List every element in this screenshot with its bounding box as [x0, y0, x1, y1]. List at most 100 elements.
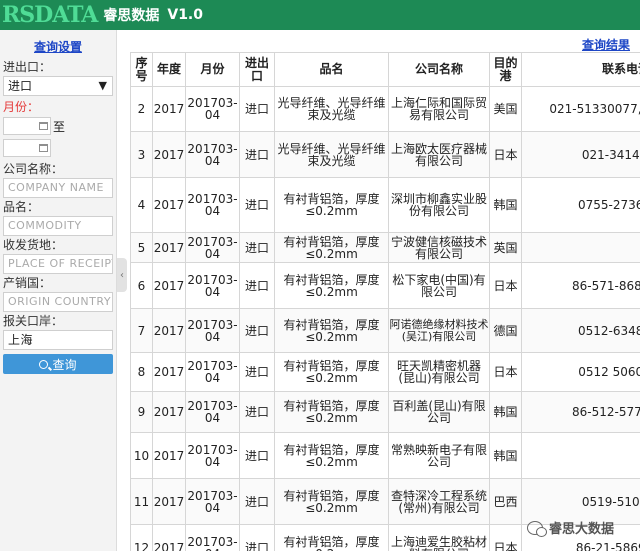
row-product: 有衬背铝箔，厚度≤0.2mm — [274, 352, 389, 392]
row-year: 2017 — [152, 262, 186, 309]
row-direction: 进口 — [239, 524, 275, 551]
query-settings-panel: 查询设置 进出口： 进口 ▼ 月份： 至 公司名称： COMPANY NAME … — [0, 30, 117, 551]
row-index: 11 — [130, 478, 153, 525]
calendar-icon[interactable] — [39, 122, 48, 130]
row-product: 有衬背铝箔，厚度≤0.2mm — [274, 432, 389, 479]
row-port: 日本 — [489, 262, 522, 309]
search-icon — [39, 359, 49, 369]
row-company: 常熟映新电子有限公司 — [388, 432, 490, 479]
row-phone: 86-571-86835094 — [521, 262, 640, 309]
row-month: 201703-04 — [185, 86, 240, 132]
month-end-row — [3, 138, 116, 158]
row-direction: 进口 — [239, 308, 275, 353]
table-row[interactable]: 2 2017 201703-04 进口 光导纤维、光导纤维束及光缆 上海仁际和国… — [130, 86, 640, 132]
row-year: 2017 — [152, 308, 186, 353]
search-button[interactable]: 查询 — [3, 354, 113, 374]
row-company: 上海迪爱生胶粘材料有限公司 — [388, 524, 490, 551]
query-settings-title[interactable]: 查询设置 — [0, 36, 116, 58]
row-year: 2017 — [152, 177, 186, 233]
row-product: 有衬背铝箔，厚度≤0.2mm — [274, 308, 389, 353]
date-range-to: 至 — [53, 119, 66, 134]
app-header: RSDATA 睿思数据 V1.0 — [0, 0, 640, 30]
row-year: 2017 — [152, 524, 186, 551]
wechat-icon — [526, 520, 547, 537]
row-phone — [521, 432, 640, 479]
row-year: 2017 — [152, 478, 186, 525]
row-company: 上海欧太医疗器械有限公司 — [388, 131, 490, 178]
row-company: 阿诺德绝缘材料技术(吴江)有限公司 — [388, 308, 490, 353]
row-month: 201703-04 — [185, 262, 240, 309]
logo: RSDATA — [0, 0, 98, 30]
row-product: 有衬背铝箔，厚度≤0.2mm — [274, 262, 389, 309]
row-direction: 进口 — [239, 232, 275, 263]
results-table-container[interactable]: 序号 年度 月份 进出口 品名 公司名称 目的港 联系电话 2 2017 201… — [130, 52, 640, 551]
row-direction: 进口 — [239, 391, 275, 433]
row-port: 英国 — [489, 232, 522, 263]
row-month: 201703-04 — [185, 308, 240, 353]
row-product: 有衬背铝箔，厚度≤0.2mm — [274, 177, 389, 233]
row-port: 日本 — [489, 352, 522, 392]
origin-label: 产销国： — [3, 276, 52, 290]
row-index: 3 — [130, 131, 153, 178]
row-month: 201703-04 — [185, 524, 240, 551]
row-direction: 进口 — [239, 432, 275, 479]
row-month: 201703-04 — [185, 131, 240, 178]
column-header[interactable]: 序号 — [130, 52, 153, 87]
column-header[interactable]: 联系电话 — [521, 52, 640, 87]
row-index: 4 — [130, 177, 153, 233]
table-row[interactable]: 5 2017 201703-04 进口 有衬背铝箔，厚度≤0.2mm 宁波健信核… — [130, 232, 640, 263]
port-label: 报关口岸： — [3, 314, 64, 328]
watermark: 睿思大数据 — [526, 518, 614, 537]
sidebar-collapse-handle[interactable]: ‹ — [117, 258, 127, 292]
table-row[interactable]: 9 2017 201703-04 进口 有衬背铝箔，厚度≤0.2mm 百利盖(昆… — [130, 391, 640, 433]
origin-country-input[interactable]: ORIGIN COUNTRY — [3, 292, 113, 312]
row-index: 10 — [130, 432, 153, 479]
commodity-input[interactable]: COMMODITY — [3, 216, 113, 236]
product-label: 品名： — [3, 200, 40, 214]
row-company: 百利盖(昆山)有限公司 — [388, 391, 490, 433]
table-row[interactable]: 6 2017 201703-04 进口 有衬背铝箔，厚度≤0.2mm 松下家电(… — [130, 262, 640, 309]
row-year: 2017 — [152, 391, 186, 433]
place-of-receipt-input[interactable]: PLACE OF RECEIPT — [3, 254, 113, 274]
row-phone: 021-51330077,68761535 — [521, 86, 640, 132]
company-name-input[interactable]: COMPANY NAME — [3, 178, 113, 198]
table-row[interactable]: 4 2017 201703-04 进口 有衬背铝箔，厚度≤0.2mm 深圳市柳鑫… — [130, 177, 640, 233]
row-company: 旺天凯精密机器(昆山)有限公司 — [388, 352, 490, 392]
column-header[interactable]: 月份 — [185, 52, 240, 87]
row-index: 12 — [130, 524, 153, 551]
calendar-icon[interactable] — [39, 144, 48, 152]
month-start-input[interactable] — [3, 117, 51, 135]
column-header[interactable]: 品名 — [274, 52, 389, 87]
month-end-input[interactable] — [3, 139, 51, 157]
table-header-row: 序号 年度 月份 进出口 品名 公司名称 目的港 联系电话 — [130, 52, 640, 87]
direction-select[interactable]: 进口 ▼ — [3, 76, 113, 96]
customs-port-input[interactable]: 上海 — [3, 330, 113, 350]
column-header[interactable]: 公司名称 — [388, 52, 490, 87]
table-row[interactable]: 7 2017 201703-04 进口 有衬背铝箔，厚度≤0.2mm 阿诺德绝缘… — [130, 308, 640, 353]
row-year: 2017 — [152, 432, 186, 479]
query-results-title[interactable]: 查询结果 — [582, 36, 630, 53]
row-product: 有衬背铝箔，厚度≤0.2mm — [274, 232, 389, 263]
column-header[interactable]: 目的港 — [489, 52, 522, 87]
row-month: 201703-04 — [185, 432, 240, 479]
results-table: 序号 年度 月份 进出口 品名 公司名称 目的港 联系电话 2 2017 201… — [130, 52, 640, 551]
row-direction: 进口 — [239, 131, 275, 178]
row-port: 日本 — [489, 131, 522, 178]
row-port: 日本 — [489, 524, 522, 551]
row-product: 光导纤维、光导纤维束及光缆 — [274, 86, 389, 132]
row-phone — [521, 232, 640, 263]
column-header[interactable]: 年度 — [152, 52, 186, 87]
app-name: 睿思数据 — [103, 8, 160, 24]
company-label: 公司名称： — [3, 162, 64, 176]
column-header[interactable]: 进出口 — [239, 52, 275, 87]
table-row[interactable]: 8 2017 201703-04 进口 有衬背铝箔，厚度≤0.2mm 旺天凯精密… — [130, 352, 640, 392]
table-row[interactable]: 3 2017 201703-04 进口 光导纤维、光导纤维束及光缆 上海欧太医疗… — [130, 131, 640, 178]
direction-label: 进出口： — [3, 60, 52, 74]
table-row[interactable]: 10 2017 201703-04 进口 有衬背铝箔，厚度≤0.2mm 常熟映新… — [130, 432, 640, 479]
row-index: 5 — [130, 232, 153, 263]
row-direction: 进口 — [239, 478, 275, 525]
row-month: 201703-04 — [185, 232, 240, 263]
row-port: 美国 — [489, 86, 522, 132]
row-company: 松下家电(中国)有限公司 — [388, 262, 490, 309]
row-product: 有衬背铝箔，厚度≤0.2mm — [274, 524, 389, 551]
